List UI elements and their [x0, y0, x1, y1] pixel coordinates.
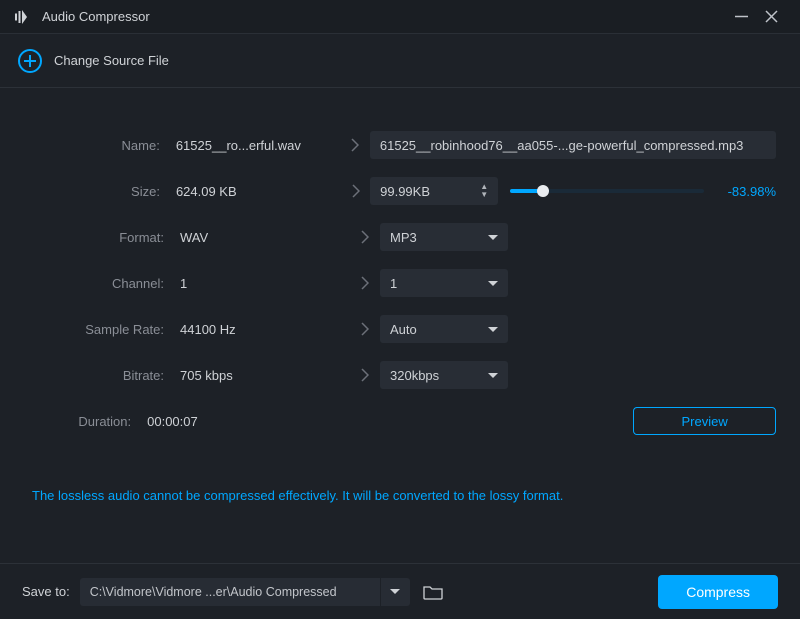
output-channel-dropdown[interactable]: 1 — [380, 269, 508, 297]
save-path-dropdown[interactable] — [380, 578, 410, 606]
arrow-icon — [341, 138, 370, 152]
app-title: Audio Compressor — [42, 9, 150, 24]
compress-button[interactable]: Compress — [658, 575, 778, 609]
app-icon — [14, 10, 32, 24]
source-name: 61525__ro...erful.wav — [172, 138, 341, 153]
chevron-down-icon — [488, 235, 498, 240]
source-size: 624.09 KB — [172, 184, 341, 199]
toolbar: Change Source File — [0, 34, 800, 88]
label-format: Format: — [24, 230, 176, 245]
source-sample-rate: 44100 Hz — [176, 322, 350, 337]
arrow-icon — [341, 184, 370, 198]
arrow-icon — [350, 322, 380, 336]
source-duration: 00:00:07 — [143, 414, 277, 429]
minimize-button[interactable] — [726, 2, 756, 32]
row-format: Format: WAV MP3 — [24, 214, 776, 260]
output-size-stepper[interactable]: 99.99KB ▲ ▼ — [370, 177, 498, 205]
row-duration: Duration: 00:00:07 Preview — [24, 398, 776, 444]
save-path-field[interactable]: C:\Vidmore\Vidmore ...er\Audio Compresse… — [80, 578, 380, 606]
output-bitrate-dropdown[interactable]: 320kbps — [380, 361, 508, 389]
size-decrease-icon[interactable]: ▼ — [480, 191, 488, 199]
label-name: Name: — [24, 138, 172, 153]
chevron-down-icon — [488, 373, 498, 378]
conversion-note: The lossless audio cannot be compressed … — [24, 488, 776, 503]
label-duration: Duration: — [24, 414, 143, 429]
row-channel: Channel: 1 1 — [24, 260, 776, 306]
footer: Save to: C:\Vidmore\Vidmore ...er\Audio … — [0, 563, 800, 619]
output-size-value: 99.99KB — [380, 184, 430, 199]
chevron-down-icon — [390, 589, 400, 594]
chevron-down-icon — [488, 327, 498, 332]
arrow-icon — [350, 368, 380, 382]
source-channel: 1 — [176, 276, 350, 291]
content-area: Name: 61525__ro...erful.wav 61525__robin… — [0, 88, 800, 503]
size-reduction-percent: -83.98% — [728, 184, 776, 199]
size-slider[interactable] — [510, 189, 703, 193]
close-button[interactable] — [756, 2, 786, 32]
label-sample-rate: Sample Rate: — [24, 322, 176, 337]
output-name-field[interactable]: 61525__robinhood76__aa055-...ge-powerful… — [370, 131, 776, 159]
add-file-icon[interactable] — [18, 49, 42, 73]
browse-folder-button[interactable] — [420, 582, 446, 602]
preview-button[interactable]: Preview — [633, 407, 776, 435]
output-sample-rate-dropdown[interactable]: Auto — [380, 315, 508, 343]
label-bitrate: Bitrate: — [24, 368, 176, 383]
label-size: Size: — [24, 184, 172, 199]
label-channel: Channel: — [24, 276, 176, 291]
row-name: Name: 61525__ro...erful.wav 61525__robin… — [24, 122, 776, 168]
source-format: WAV — [176, 230, 350, 245]
source-bitrate: 705 kbps — [176, 368, 350, 383]
titlebar: Audio Compressor — [0, 0, 800, 34]
change-source-button[interactable]: Change Source File — [54, 53, 169, 68]
row-bitrate: Bitrate: 705 kbps 320kbps — [24, 352, 776, 398]
row-size: Size: 624.09 KB 99.99KB ▲ ▼ -83.98% — [24, 168, 776, 214]
output-format-dropdown[interactable]: MP3 — [380, 223, 508, 251]
arrow-icon — [350, 230, 380, 244]
row-sample-rate: Sample Rate: 44100 Hz Auto — [24, 306, 776, 352]
save-to-label: Save to: — [22, 584, 70, 599]
arrow-icon — [350, 276, 380, 290]
chevron-down-icon — [488, 281, 498, 286]
